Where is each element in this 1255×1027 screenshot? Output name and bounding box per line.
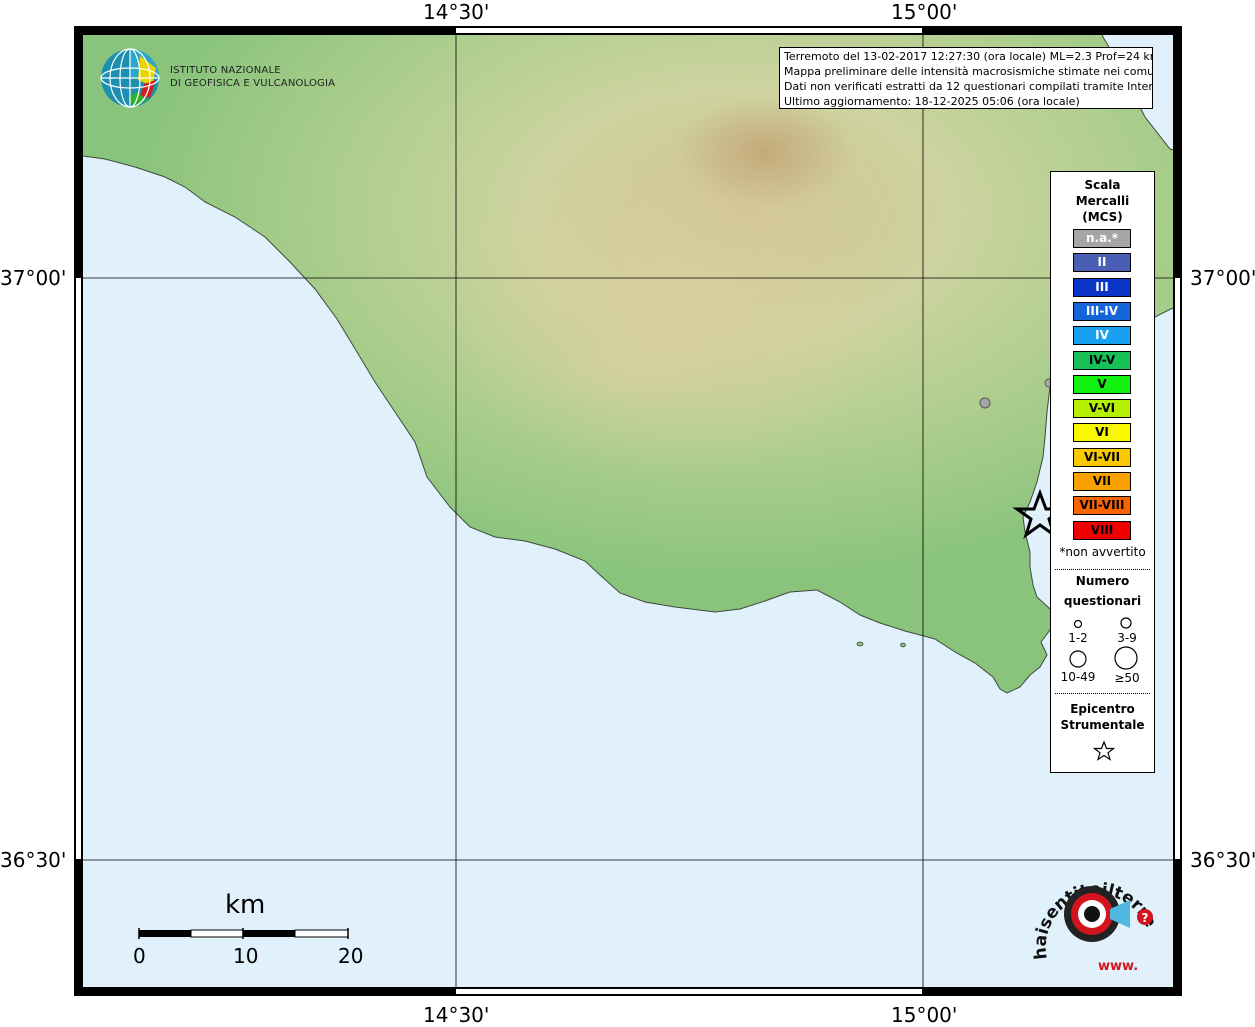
lon-label-top-1: 14°30' xyxy=(423,0,490,24)
intensity-legend: Scala Mercalli (MCS) n.a.* II III III-IV IV I… xyxy=(1050,171,1155,773)
lat-label-right-1: 37°00' xyxy=(1190,266,1255,290)
ingv-line-2: DI GEOFISICA E VULCANOLOGIA xyxy=(170,78,336,89)
legend-separator xyxy=(1055,569,1150,570)
terrain-map xyxy=(75,27,1181,995)
count-label-4: ≥50 xyxy=(1114,671,1140,685)
scale-tick-20: 20 xyxy=(338,944,364,968)
count-label-3: 10-49 xyxy=(1060,670,1096,684)
lon-label-bottom-1: 14°30' xyxy=(423,1003,490,1027)
scale-tick-10: 10 xyxy=(233,944,259,968)
event-info-box: Terremoto del 13-02-2017 12:27:30 (ora l… xyxy=(779,47,1153,109)
lat-label-right-2: 36°30' xyxy=(1190,848,1255,872)
legend-swatch-vii-viii: VII-VIII xyxy=(1073,496,1131,516)
question-mark-icon: ? xyxy=(1142,911,1149,925)
legend-title-2: Mercalli xyxy=(1075,194,1130,208)
lat-label-left-2: 36°30' xyxy=(0,848,67,872)
count-title-1: Numero xyxy=(1075,574,1130,588)
legend-title-3: (MCS) xyxy=(1082,210,1123,224)
scale-tick-0: 0 xyxy=(133,944,146,968)
legend-separator xyxy=(1055,693,1150,694)
scale-unit: km xyxy=(225,890,266,920)
legend-title: Scala Mercalli (MCS) xyxy=(1051,177,1154,225)
legend-swatch-vii: VII xyxy=(1073,472,1131,491)
legend-title-1: Scala xyxy=(1084,178,1121,192)
count-label-2: 3-9 xyxy=(1117,631,1137,645)
legend-swatch-iv-v: IV-V xyxy=(1073,350,1131,370)
legend-note: *non avvertito xyxy=(1059,545,1146,559)
frame-tick xyxy=(456,989,922,994)
count-title-2: questionari xyxy=(1063,594,1142,608)
map-area[interactable] xyxy=(74,26,1182,996)
lon-label-bottom-2: 15°00' xyxy=(891,1003,958,1027)
town-marker xyxy=(979,397,991,409)
legend-swatch-vi-vii: VI-VII xyxy=(1073,447,1131,467)
count-label-1: 1-2 xyxy=(1068,631,1088,645)
scale-bar xyxy=(138,928,349,939)
hsit-www-text: www. xyxy=(1098,959,1138,974)
legend-swatch-v-vi: V-VI xyxy=(1073,399,1131,419)
legend-swatch-n-a: n.a.* xyxy=(1073,229,1131,248)
ingv-line-1: ISTITUTO NAZIONALE xyxy=(170,65,281,76)
info-line-4: Ultimo aggiornamento: 18-12-2025 05:06 (… xyxy=(784,95,1080,108)
epi-title-1: Epicentro xyxy=(1070,702,1135,716)
legend-swatch-iv: IV xyxy=(1073,326,1131,346)
lat-label-left-1: 37°00' xyxy=(0,266,67,290)
legend-swatch-viii: VIII xyxy=(1073,520,1131,540)
frame-tick xyxy=(76,278,81,859)
legend-swatch-iii-iv: III-IV xyxy=(1073,301,1131,321)
ingv-name: ISTITUTO NAZIONALE DI GEOFISICA E VULCAN… xyxy=(170,64,335,90)
info-line-2: Mappa preliminare delle intensità macros… xyxy=(784,65,1153,78)
epi-title-2: Strumentale xyxy=(1060,718,1145,732)
info-line-1: Terremoto del 13-02-2017 12:27:30 (ora l… xyxy=(784,50,1153,63)
frame-tick xyxy=(456,28,922,33)
legend-swatch-vi: VI xyxy=(1073,423,1131,443)
legend-swatch-iii: III xyxy=(1073,277,1131,297)
ingv-globe-icon xyxy=(100,48,160,108)
frame-tick xyxy=(1175,278,1180,859)
legend-star-icon xyxy=(1093,740,1115,761)
count-circle-xlarge xyxy=(1114,646,1138,670)
count-circle-medium xyxy=(1120,617,1132,629)
count-circle-large xyxy=(1069,650,1087,668)
info-line-3: Dati non verificati estratti da 12 quest… xyxy=(784,80,1153,93)
legend-swatch-ii: II xyxy=(1073,253,1131,273)
count-circle-small xyxy=(1073,619,1083,629)
hsit-logo[interactable]: haisentitoilterremoto.it ? www. xyxy=(1030,862,1160,977)
legend-swatch-v: V xyxy=(1073,374,1131,394)
lon-label-top-2: 15°00' xyxy=(891,0,958,24)
